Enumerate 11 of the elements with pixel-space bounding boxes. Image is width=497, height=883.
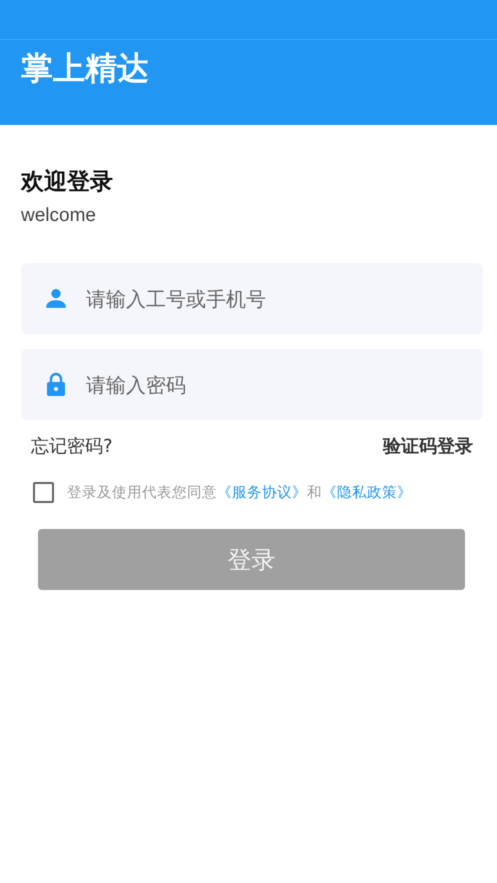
agreement-text: 登录及使用代表您同意《服务协议》和《隐私政策》 — [67, 484, 412, 502]
password-field[interactable]: 请输入密码 — [21, 349, 483, 420]
app-title: 掌上精达 — [21, 48, 150, 88]
privacy-policy-link[interactable]: 《隐私政策》 — [322, 485, 412, 501]
forgot-password-link[interactable]: 忘记密码? — [31, 434, 113, 458]
service-agreement-link[interactable]: 《服务协议》 — [217, 485, 307, 501]
welcome-subtitle: welcome — [21, 205, 96, 227]
account-field[interactable]: 请输入工号或手机号 — [21, 263, 483, 334]
agreement-checkbox[interactable] — [33, 482, 54, 503]
sms-login-link[interactable]: 验证码登录 — [383, 434, 473, 458]
welcome-heading: 欢迎登录 — [21, 168, 113, 197]
